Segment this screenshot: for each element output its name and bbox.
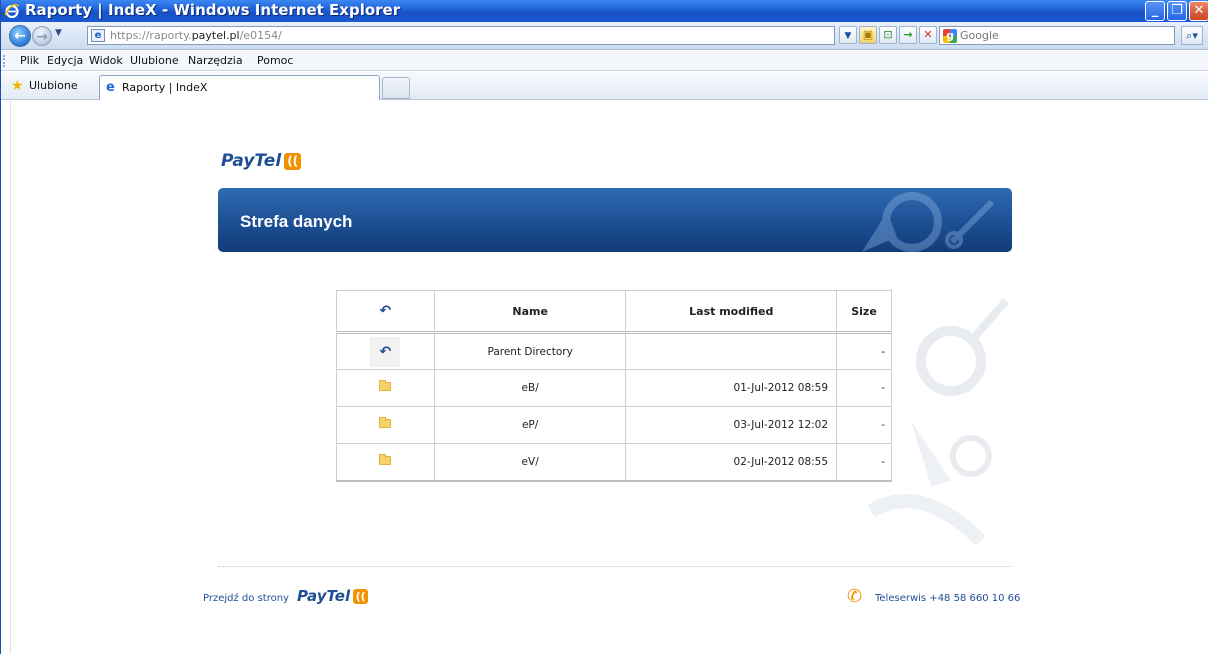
row-icon-cell (336, 369, 435, 407)
row-size: - (836, 332, 892, 370)
banner-decoration-icon (862, 192, 995, 252)
history-dropdown-icon[interactable]: ▼ (55, 28, 62, 38)
chevron-down-icon: ▼ (844, 31, 852, 41)
window-right-edge (1204, 101, 1208, 654)
google-icon: g (943, 29, 957, 43)
row-icon-cell: ↶ (336, 332, 435, 370)
footer-logo-text: PayTel (297, 587, 351, 605)
favorites-bar: ★ Ulubione e Raporty | IndeX (1, 72, 1208, 100)
footer-paytel-logo[interactable]: PayTel(( (297, 587, 369, 605)
arrow-left-icon: ← (14, 28, 26, 44)
header-parent-link[interactable]: ↶ (336, 290, 435, 334)
logo-text: PayTel (221, 151, 282, 171)
row-icon-cell (336, 406, 435, 444)
compatibility-view-button[interactable]: ⊡ (879, 26, 897, 44)
stop-icon: ✕ (923, 28, 933, 41)
menu-bar: Plik Edycja Widok Ulubione Narzędzia Pom… (1, 51, 1208, 71)
menu-tools[interactable]: Narzędzia (188, 54, 243, 67)
new-tab-button[interactable] (382, 77, 410, 99)
row-name-link[interactable]: eP/ (433, 406, 627, 444)
tab-label: Raporty | IndeX (122, 81, 208, 94)
ie-page-icon: e (91, 29, 105, 42)
header-banner: Strefa danych (218, 188, 1012, 252)
row-icon-cell (336, 443, 435, 482)
lock-icon: ▣ (862, 28, 874, 41)
menu-edit[interactable]: Edycja (47, 54, 83, 67)
row-size: - (836, 406, 892, 444)
minimize-button[interactable]: _ (1145, 1, 1165, 21)
search-box[interactable]: g (939, 26, 1175, 45)
footer-goto-text: Przejdź do strony (203, 593, 289, 604)
directory-table: ↶ Name Last modified Size ↶ Parent Direc… (336, 290, 892, 482)
row-modified: 03-Jul-2012 12:02 (625, 406, 838, 444)
footer-divider (218, 566, 1012, 567)
restore-icon: ❐ (1171, 3, 1183, 18)
window-title: Raporty | IndeX - Windows Internet Explo… (25, 1, 401, 19)
folder-icon (379, 453, 392, 465)
ie-tab-icon: e (106, 80, 115, 95)
table-header-row: ↶ Name Last modified Size (336, 290, 892, 334)
favorites-button[interactable]: Ulubione (29, 79, 78, 92)
menu-favorites[interactable]: Ulubione (130, 54, 179, 67)
search-button[interactable]: ⌕▾ (1181, 26, 1203, 45)
paytel-logo[interactable]: PayTel(( (221, 151, 302, 171)
maximize-button[interactable]: ❐ (1167, 1, 1187, 21)
paytel-mark-icon: (( (353, 589, 369, 604)
url-path: /e0154/ (239, 29, 282, 42)
ie-logo-icon (4, 3, 20, 19)
navigation-bar: ← → ▼ e https://raporty.paytel.pl/e0154/… (1, 22, 1208, 50)
menu-file[interactable]: Plik (20, 54, 39, 67)
search-icon: ⌕▾ (1186, 29, 1198, 42)
header-name[interactable]: Name (433, 290, 627, 334)
close-icon: ✕ (1193, 3, 1205, 18)
go-arrow-icon: → (903, 28, 913, 41)
folder-icon (379, 380, 392, 391)
tab-raporty[interactable]: e Raporty | IndeX (99, 75, 380, 100)
back-arrow-icon: ↶ (379, 303, 392, 319)
toolbar-grip (3, 55, 6, 67)
paytel-mark-icon: (( (284, 153, 302, 170)
table-row[interactable]: ↶ Parent Directory - (336, 332, 892, 370)
title-bar: Raporty | IndeX - Windows Internet Explo… (1, 0, 1208, 22)
minimize-icon: _ (1151, 3, 1159, 18)
row-name-link[interactable]: Parent Directory (433, 332, 627, 370)
address-dropdown-button[interactable]: ▼ (839, 26, 857, 44)
page-title: Strefa danych (240, 212, 353, 231)
row-modified: 01-Jul-2012 08:59 (625, 369, 838, 407)
arrow-right-icon: → (36, 29, 48, 45)
phone-icon: ✆ (847, 586, 863, 607)
go-button[interactable]: → (899, 26, 917, 44)
url-host: paytel.pl (191, 29, 240, 42)
folder-icon (379, 417, 392, 428)
back-arrow-icon: ↶ (370, 336, 401, 367)
menu-view[interactable]: Widok (89, 54, 123, 67)
back-button[interactable]: ← (9, 25, 31, 47)
security-lock-button[interactable]: ▣ (859, 26, 877, 44)
address-bar[interactable]: e https://raporty.paytel.pl/e0154/ (87, 26, 835, 45)
table-row[interactable]: eP/ 03-Jul-2012 12:02 - (336, 406, 892, 444)
header-last-modified[interactable]: Last modified (625, 290, 838, 334)
footer-teleserwis: Teleserwis +48 58 660 10 66 (875, 593, 1021, 604)
header-size[interactable]: Size (836, 290, 892, 334)
table-row[interactable]: eV/ 02-Jul-2012 08:55 - (336, 443, 892, 482)
compatibility-icon: ⊡ (883, 28, 893, 41)
search-input[interactable] (960, 28, 1170, 43)
page-content: PayTel(( Strefa danych ↶ Name Last modif… (10, 101, 1208, 654)
row-name-link[interactable]: eV/ (433, 443, 627, 482)
favorites-star-icon[interactable]: ★ (11, 79, 25, 93)
browser-window: Raporty | IndeX - Windows Internet Explo… (0, 0, 1208, 654)
row-modified (625, 332, 838, 370)
forward-button[interactable]: → (32, 26, 52, 46)
row-size: - (836, 369, 892, 407)
close-window-button[interactable]: ✕ (1189, 1, 1208, 21)
row-modified: 02-Jul-2012 08:55 (625, 443, 838, 482)
row-size: - (836, 443, 892, 482)
row-name-link[interactable]: eB/ (433, 369, 627, 407)
url-prefix: https://raporty. (110, 29, 192, 42)
menu-help[interactable]: Pomoc (257, 54, 293, 67)
url-text[interactable]: https://raporty.paytel.pl/e0154/ (110, 28, 810, 43)
stop-button[interactable]: ✕ (919, 26, 937, 44)
table-row[interactable]: eB/ 01-Jul-2012 08:59 - (336, 369, 892, 407)
